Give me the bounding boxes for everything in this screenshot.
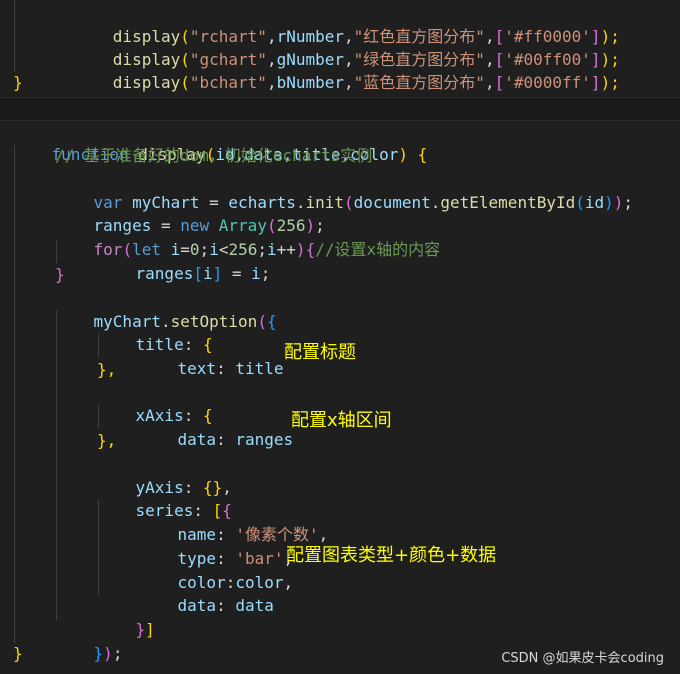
code-line: } bbox=[13, 644, 23, 663]
code-comment: //设置x轴的内容 bbox=[315, 240, 441, 259]
code-comment: // 基于准备好的dom，初始化echarts实例 bbox=[55, 146, 373, 165]
code-token: ; bbox=[112, 644, 123, 663]
code-token: data bbox=[177, 596, 217, 615]
indent-guide bbox=[56, 310, 57, 620]
code-token: ranges bbox=[235, 430, 294, 449]
code-token: . bbox=[430, 193, 441, 212]
code-token: : bbox=[216, 596, 236, 615]
code-line: data: data bbox=[139, 571, 274, 615]
code-token: data bbox=[177, 430, 217, 449]
code-token: ranges bbox=[135, 264, 194, 283]
code-token: ] bbox=[590, 73, 601, 92]
code-token: '#0000ff' bbox=[504, 73, 591, 92]
code-line: ranges[i] = i; bbox=[97, 239, 271, 283]
code-line: var myChart = echarts.init(document.getE… bbox=[55, 168, 634, 212]
watermark: CSDN @如果皮卡会coding bbox=[501, 651, 664, 666]
code-block-separator bbox=[0, 97, 680, 121]
annotation-series: 配置图表类型+颜色+数据 bbox=[286, 545, 497, 566]
code-line: series: [{ bbox=[97, 476, 232, 520]
code-line: }, bbox=[97, 360, 117, 379]
code-token: = bbox=[222, 264, 252, 283]
code-line: xAxis: { bbox=[97, 381, 213, 425]
code-token: , bbox=[266, 73, 277, 92]
indent-guide bbox=[14, 145, 15, 643]
code-token: } bbox=[93, 644, 104, 663]
code-token: ); bbox=[600, 73, 620, 92]
code-line: function display(id,data,title,color) { bbox=[13, 120, 428, 164]
annotation-title: 配置标题 bbox=[284, 342, 356, 363]
code-token: ] bbox=[145, 620, 155, 639]
code-token: ) bbox=[604, 193, 614, 212]
code-line: }); bbox=[55, 619, 123, 663]
code-line: type: 'bar', bbox=[139, 524, 294, 568]
code-line: name: '像素个数', bbox=[139, 500, 329, 544]
annotation-xaxis: 配置x轴区间 bbox=[291, 410, 392, 431]
code-token: title bbox=[235, 359, 284, 378]
code-line: } bbox=[13, 73, 23, 92]
code-token: bNumber bbox=[276, 73, 345, 92]
code-token: , bbox=[283, 573, 294, 592]
code-token: { bbox=[266, 312, 277, 331]
code-editor[interactable]: display("rchart",rNumber,"红色直方图分布",['#ff… bbox=[0, 0, 680, 674]
code-token: { bbox=[305, 240, 316, 259]
code-token: ( bbox=[575, 193, 585, 212]
code-token: [ bbox=[193, 264, 203, 283]
code-line: title: { bbox=[97, 310, 213, 354]
code-token: text bbox=[177, 359, 217, 378]
code-token: ( bbox=[257, 312, 267, 331]
code-line: color:color, bbox=[139, 548, 294, 592]
code-token: : bbox=[216, 430, 236, 449]
code-line: } bbox=[55, 265, 65, 284]
code-token: ; bbox=[260, 264, 271, 283]
code-line: myChart.setOption({ bbox=[55, 287, 277, 331]
code-token: ( bbox=[180, 73, 190, 92]
code-token: , bbox=[344, 73, 354, 92]
code-token: id bbox=[584, 193, 605, 212]
code-token: ] bbox=[212, 264, 223, 283]
code-token: display bbox=[112, 73, 181, 92]
code-token: { bbox=[417, 145, 428, 164]
code-token: "蓝色直方图分布" bbox=[353, 73, 485, 92]
code-line: ranges = new Array(256); bbox=[55, 191, 325, 235]
code-token: [ bbox=[494, 73, 505, 92]
code-token: ) bbox=[103, 644, 113, 663]
code-token: getElementById bbox=[440, 193, 576, 212]
code-line: display("bchart",bNumber,"蓝色直方图分布",['#00… bbox=[55, 48, 620, 92]
code-token: ( bbox=[344, 193, 354, 212]
code-token: data bbox=[235, 596, 274, 615]
code-token: ++ bbox=[276, 240, 296, 259]
code-block-top: display("rchart",rNumber,"红色直方图分布",['#ff… bbox=[0, 0, 680, 97]
code-token: : bbox=[216, 359, 236, 378]
code-line: display("gchart",gNumber,"绿色直方图分布",['#00… bbox=[55, 25, 620, 69]
code-token: ) bbox=[613, 193, 624, 212]
code-token: } bbox=[135, 620, 146, 639]
code-token: document bbox=[353, 193, 431, 212]
indent-guide bbox=[14, 0, 15, 72]
code-token: i bbox=[251, 264, 261, 283]
code-line: yAxis: {}, bbox=[97, 453, 232, 497]
code-line: }] bbox=[97, 595, 155, 639]
code-token: ) bbox=[398, 145, 408, 164]
code-token: i bbox=[202, 264, 213, 283]
code-line: }, bbox=[97, 431, 117, 450]
code-line: data: ranges bbox=[139, 405, 294, 449]
code-line: for(let i=0;i<256;i++){//设置x轴的内容 bbox=[55, 215, 441, 259]
code-token: ) bbox=[295, 240, 306, 259]
code-token: ; bbox=[623, 193, 634, 212]
code-token: "bchart" bbox=[189, 73, 267, 92]
code-line: text: title bbox=[139, 334, 284, 378]
code-line: display("rchart",rNumber,"红色直方图分布",['#ff… bbox=[55, 2, 620, 46]
code-token: , bbox=[484, 73, 495, 92]
